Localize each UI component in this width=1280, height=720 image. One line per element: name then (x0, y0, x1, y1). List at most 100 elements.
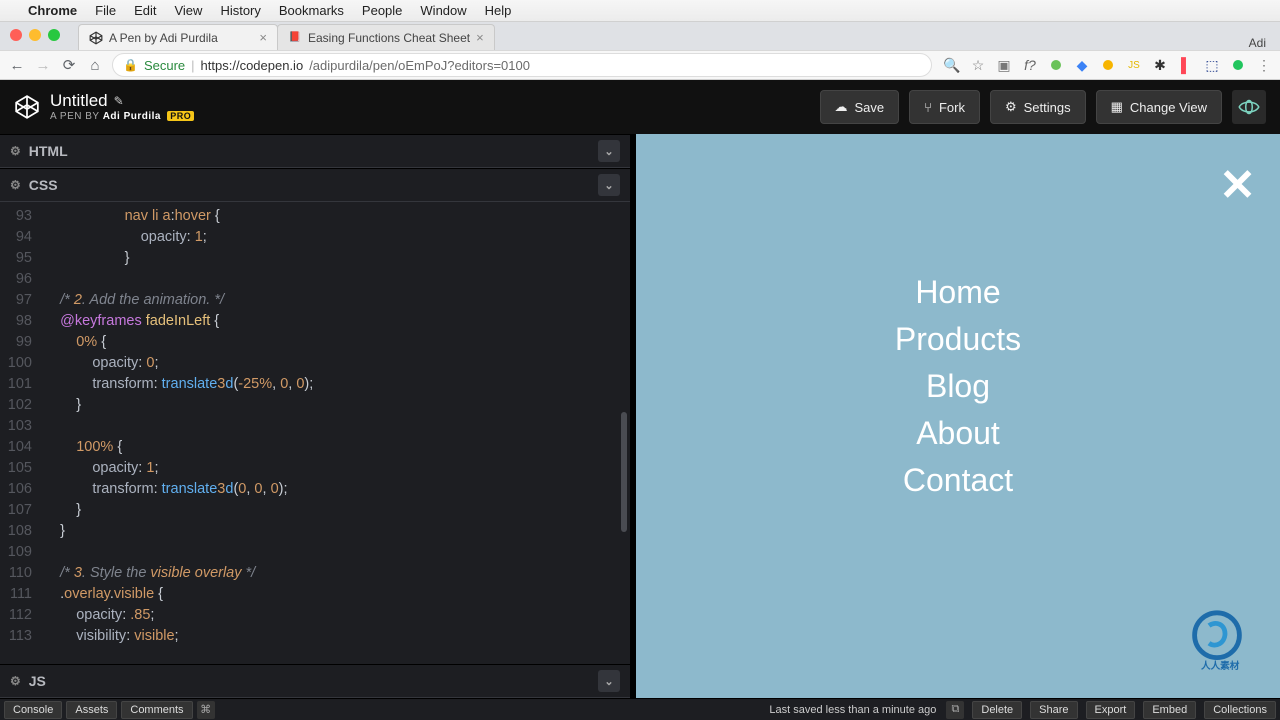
panel-title: JS (29, 673, 46, 689)
layout-icon: ▦ (1111, 99, 1123, 115)
share-button[interactable]: Share (1030, 701, 1077, 719)
assets-button[interactable]: Assets (66, 701, 117, 719)
tab-strip: A Pen by Adi Purdila × 📕 Easing Function… (0, 22, 1280, 50)
watermark: 人人素材 (1182, 608, 1268, 672)
minimize-window-icon[interactable] (29, 29, 41, 41)
mac-menu-item[interactable]: Window (420, 3, 466, 18)
author-link[interactable]: Adi Purdila (103, 111, 161, 122)
nav-link[interactable]: About (916, 415, 1000, 452)
codepen-footer: Console Assets Comments ⌘ Last saved les… (0, 698, 1280, 720)
pen-title[interactable]: Untitled (50, 92, 108, 111)
extension-icon[interactable] (1048, 60, 1064, 70)
reload-icon[interactable]: ⟳ (60, 56, 78, 74)
mac-menu-app[interactable]: Chrome (28, 3, 77, 18)
back-icon[interactable]: ← (8, 57, 26, 74)
comments-button[interactable]: Comments (121, 701, 192, 719)
window-controls[interactable] (10, 29, 60, 41)
mac-menu-item[interactable]: Edit (134, 3, 156, 18)
gear-icon[interactable]: ⚙ (10, 178, 21, 192)
chrome-menu-icon[interactable]: ⋮ (1256, 57, 1272, 74)
codepen-logo-icon[interactable] (14, 94, 40, 120)
tab-title: A Pen by Adi Purdila (109, 31, 218, 45)
home-icon[interactable]: ⌂ (86, 57, 104, 74)
pro-badge: PRO (167, 111, 194, 121)
bookmark-star-icon[interactable]: ☆ (970, 57, 986, 74)
mac-menu-item[interactable]: View (174, 3, 202, 18)
code-content[interactable]: nav li a:hover { opacity: 1; } /* 2. Add… (44, 206, 630, 664)
gear-icon[interactable]: ⚙ (10, 144, 21, 158)
pen-byline: A PEN BY Adi Purdila PRO (50, 111, 194, 122)
codepen-main: ⚙ HTML ⌄ ⚙ CSS ⌄ 93 94 95 96 97 98 99 10… (0, 134, 1280, 698)
chevron-down-icon[interactable]: ⌄ (598, 174, 620, 196)
panel-header-js[interactable]: ⚙ JS ⌄ (0, 664, 630, 698)
edit-title-icon[interactable]: ✎ (114, 95, 124, 108)
settings-button[interactable]: ⚙Settings (990, 90, 1086, 124)
nav-link[interactable]: Home (915, 274, 1000, 311)
close-window-icon[interactable] (10, 29, 22, 41)
extension-icon[interactable]: ▌ (1178, 57, 1194, 73)
extension-icon[interactable]: ⬚ (1204, 57, 1220, 74)
mac-menu-item[interactable]: People (362, 3, 402, 18)
extension-icon[interactable]: ✱ (1152, 57, 1168, 74)
forward-icon[interactable]: → (34, 57, 52, 74)
console-button[interactable]: Console (4, 701, 62, 719)
avatar[interactable] (1232, 90, 1266, 124)
collections-button[interactable]: Collections (1204, 701, 1276, 719)
codepen-header: Untitled ✎ A PEN BY Adi Purdila PRO ☁ Sav… (0, 80, 1280, 134)
extension-icon[interactable] (1230, 60, 1246, 70)
extension-icon[interactable]: JS (1126, 60, 1142, 71)
mac-menu-item[interactable]: Help (485, 3, 512, 18)
mac-menu-item[interactable]: History (220, 3, 260, 18)
url-host: https://codepen.io (201, 58, 304, 73)
lock-icon: 🔒 (123, 58, 138, 72)
browser-tab-active[interactable]: A Pen by Adi Purdila × (78, 24, 278, 50)
mac-menu-item[interactable]: Bookmarks (279, 3, 344, 18)
nav-link[interactable]: Blog (926, 368, 990, 405)
delete-button[interactable]: Delete (972, 701, 1022, 719)
nav-link[interactable]: Products (895, 321, 1021, 358)
close-icon[interactable]: ✕ (1219, 160, 1256, 211)
zoom-window-icon[interactable] (48, 29, 60, 41)
panel-header-html[interactable]: ⚙ HTML ⌄ (0, 134, 630, 168)
button-label: Fork (939, 100, 965, 115)
search-in-page-icon[interactable]: 🔍 (944, 57, 960, 74)
popout-icon[interactable]: ⧉ (946, 701, 964, 719)
panel-header-css[interactable]: ⚙ CSS ⌄ (0, 168, 630, 202)
browser-tab[interactable]: 📕 Easing Functions Cheat Sheet × (277, 24, 495, 50)
button-label: Save (855, 100, 885, 115)
mac-menu-bar: Chrome File Edit View History Bookmarks … (0, 0, 1280, 22)
codepen-favicon-icon (89, 31, 103, 45)
byline-prefix: A PEN BY (50, 111, 99, 122)
editor-column: ⚙ HTML ⌄ ⚙ CSS ⌄ 93 94 95 96 97 98 99 10… (0, 134, 630, 698)
save-button[interactable]: ☁ Save (820, 90, 900, 124)
css-editor[interactable]: 93 94 95 96 97 98 99 100 101 102 103 104… (0, 202, 630, 664)
cloud-icon: ☁ (835, 99, 848, 115)
export-button[interactable]: Export (1086, 701, 1136, 719)
nav-link[interactable]: Contact (903, 462, 1013, 499)
chrome-window: A Pen by Adi Purdila × 📕 Easing Function… (0, 22, 1280, 80)
preview-nav: Home Products Blog About Contact (636, 274, 1280, 499)
embed-button[interactable]: Embed (1143, 701, 1196, 719)
mac-menu-item[interactable]: File (95, 3, 116, 18)
chrome-profile-name[interactable]: Adi (1249, 36, 1266, 50)
tab-close-icon[interactable]: × (476, 30, 484, 45)
url-path: /adipurdila/pen/oEmPoJ?editors=0100 (309, 58, 530, 73)
line-gutter: 93 94 95 96 97 98 99 100 101 102 103 104… (0, 202, 40, 664)
fork-button[interactable]: ⑂Fork (909, 90, 980, 124)
chevron-down-icon[interactable]: ⌄ (598, 140, 620, 162)
change-view-button[interactable]: ▦Change View (1096, 90, 1222, 124)
extension-icon[interactable] (1100, 60, 1116, 70)
chevron-down-icon[interactable]: ⌄ (598, 670, 620, 692)
extension-icon[interactable]: f? (1022, 57, 1038, 73)
panel-title: HTML (29, 143, 68, 159)
address-bar[interactable]: 🔒 Secure | https://codepen.io/adipurdila… (112, 53, 932, 77)
secure-label: Secure (144, 58, 185, 73)
scrollbar-thumb[interactable] (621, 412, 627, 532)
shortcuts-button[interactable]: ⌘ (197, 701, 215, 719)
tab-title: Easing Functions Cheat Sheet (308, 31, 470, 45)
tab-close-icon[interactable]: × (259, 30, 267, 45)
gear-icon[interactable]: ⚙ (10, 674, 21, 688)
extension-icon[interactable]: ▣ (996, 57, 1012, 74)
toolbar-icons: 🔍 ☆ ▣ f? ◆ JS ✱ ▌ ⬚ ⋮ (944, 57, 1272, 74)
extension-icon[interactable]: ◆ (1074, 57, 1090, 74)
